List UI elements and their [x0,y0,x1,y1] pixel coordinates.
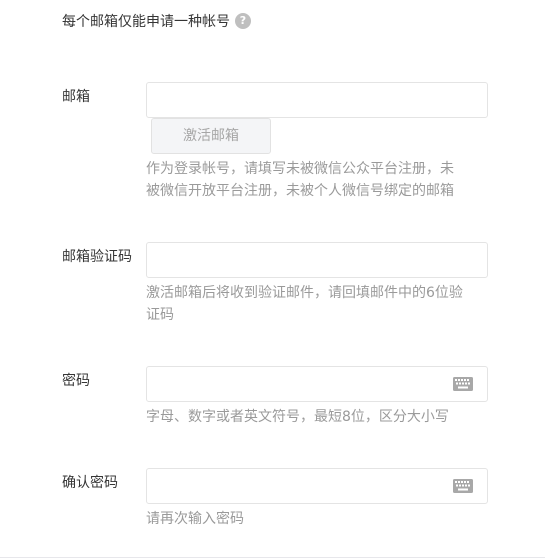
confirm-password-field-box [146,468,488,504]
verify-code-input[interactable] [147,243,487,277]
keyboard-icon[interactable] [453,479,473,493]
password-field-box [146,366,488,402]
confirm-password-tip: 请再次输入密码 [146,511,244,527]
activate-email-button[interactable]: 激活邮箱 [151,118,271,154]
email-field-box [146,82,488,118]
confirm-password-label: 确认密码 [62,475,118,491]
password-input[interactable] [147,367,487,401]
password-label: 密码 [62,373,90,389]
verify-code-tip: 激活邮箱后将收到验证邮件，请回填邮件中的6位验证码 [146,285,463,323]
verify-code-label: 邮箱验证码 [62,249,132,265]
email-input[interactable] [147,83,487,117]
email-tip: 作为登录帐号，请填写未被微信公众平台注册，未被微信开放平台注册，未被个人微信号绑… [146,161,454,199]
keyboard-icon[interactable] [453,377,473,391]
help-icon[interactable]: ? [235,13,251,29]
account-notice-text: 每个邮箱仅能申请一种帐号 [62,14,230,30]
email-label: 邮箱 [62,89,90,105]
confirm-password-input[interactable] [147,469,487,503]
account-notice: 每个邮箱仅能申请一种帐号 ? [62,10,251,32]
verify-code-field-box [146,242,488,278]
password-tip: 字母、数字或者英文符号，最短8位，区分大小写 [146,409,449,425]
